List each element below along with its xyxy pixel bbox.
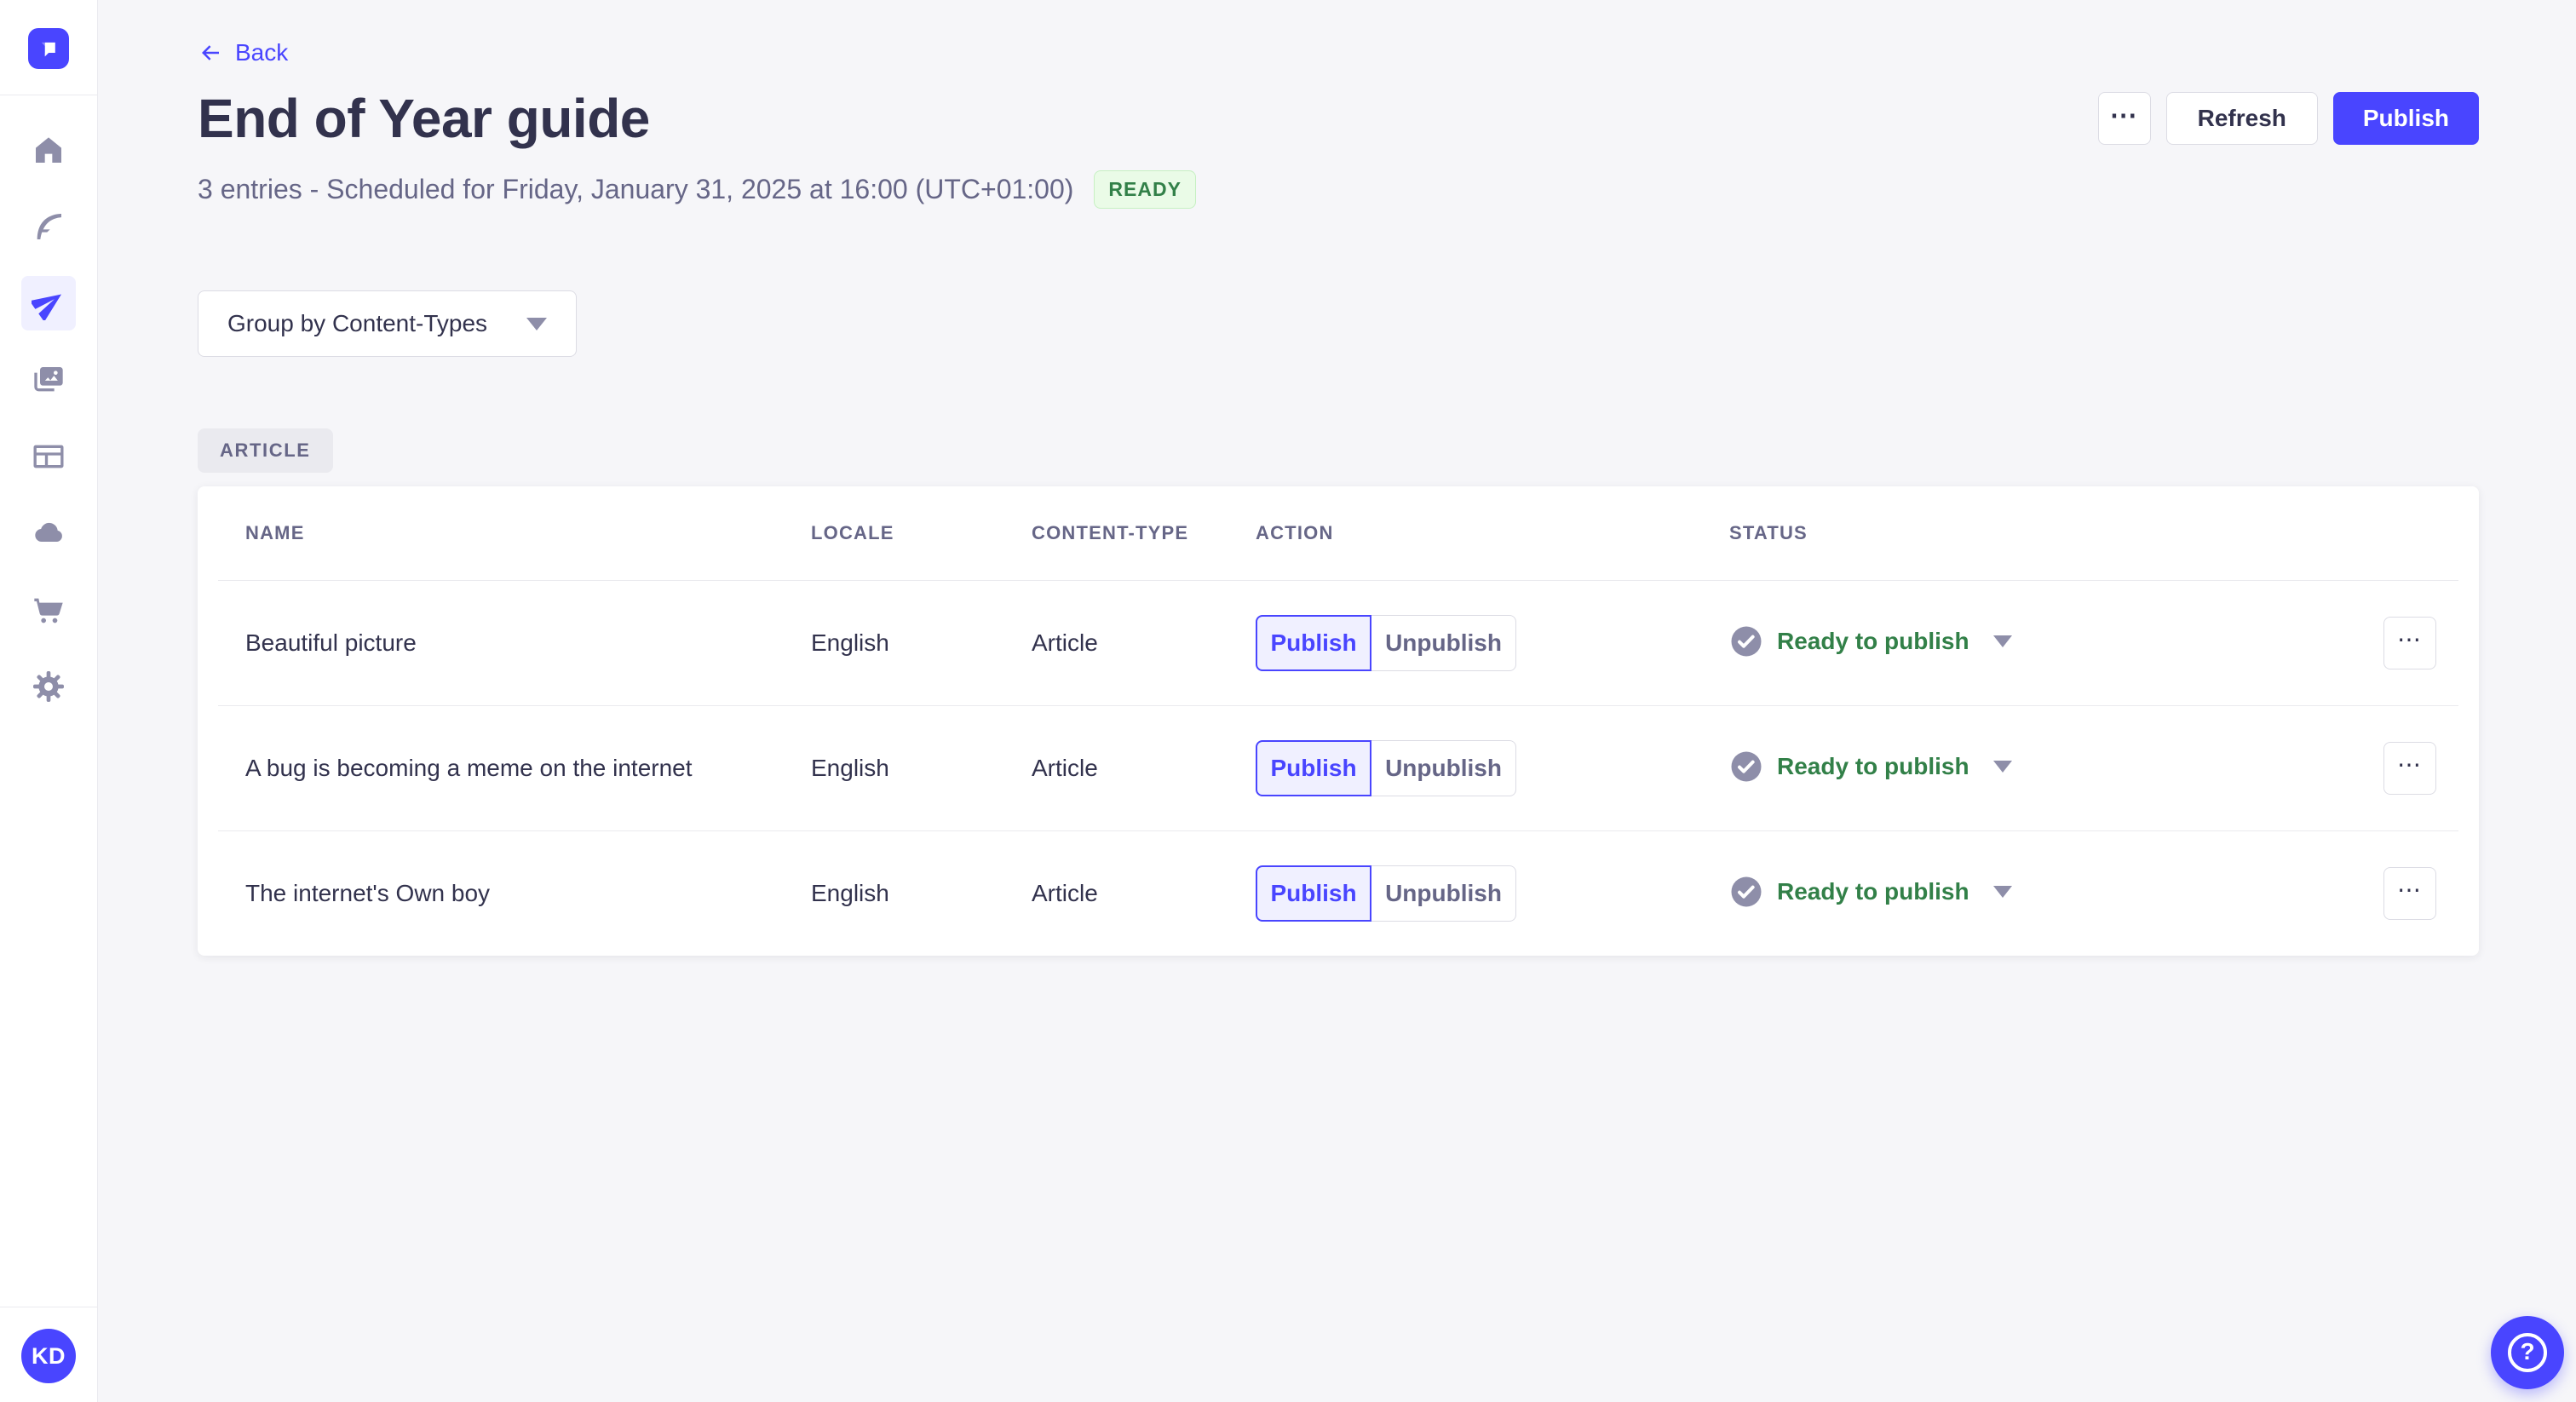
action-toggle: Publish Unpublish (1256, 740, 1516, 796)
table-row: Beautiful picture English Article Publis… (218, 580, 2458, 705)
more-icon: ⋯ (2397, 876, 2423, 903)
entries-table: NAME LOCALE CONTENT-TYPE ACTION STATUS B… (198, 486, 2479, 956)
table-row: A bug is becoming a meme on the internet… (218, 705, 2458, 830)
entry-status[interactable]: Ready to publish (1729, 624, 2012, 658)
sidebar-item-media-library[interactable] (21, 353, 76, 407)
entry-status[interactable]: Ready to publish (1729, 875, 2012, 909)
layout-icon (33, 445, 64, 468)
sidebar: KD (0, 0, 98, 1402)
more-icon: ⋯ (2109, 100, 2139, 130)
back-label: Back (235, 39, 289, 66)
row-menu-button[interactable]: ⋯ (2383, 742, 2436, 795)
feather-icon (37, 214, 61, 239)
sidebar-item-settings[interactable] (21, 659, 76, 714)
chevron-down-icon (1992, 885, 2012, 898)
column-header-status: STATUS (1729, 522, 1808, 543)
back-link[interactable]: Back (198, 39, 288, 66)
publish-toggle-button[interactable]: Publish (1256, 865, 1371, 922)
check-circle-icon (1731, 626, 1762, 656)
row-menu-button[interactable]: ⋯ (2383, 617, 2436, 669)
media-icon (34, 367, 63, 392)
content-type-group-badge: ARTICLE (198, 428, 333, 473)
cart-icon (34, 598, 63, 623)
entry-status-label: Ready to publish (1777, 752, 1969, 779)
entry-locale: English (811, 880, 889, 906)
entry-locale: English (811, 755, 889, 781)
entry-content-type: Article (1032, 755, 1098, 781)
unpublish-toggle-button[interactable]: Unpublish (1371, 740, 1516, 796)
paper-plane-icon (32, 294, 62, 320)
chevron-down-icon (1992, 760, 2012, 773)
sidebar-item-deploy[interactable] (21, 506, 76, 560)
home-icon (36, 137, 61, 163)
unpublish-toggle-button[interactable]: Unpublish (1371, 615, 1516, 671)
entry-status-label: Ready to publish (1777, 877, 1969, 905)
unpublish-toggle-button[interactable]: Unpublish (1371, 865, 1516, 922)
entry-status-label: Ready to publish (1777, 627, 1969, 654)
entry-name: A bug is becoming a meme on the internet (245, 755, 693, 781)
action-toggle: Publish Unpublish (1256, 865, 1516, 922)
entry-locale: English (811, 629, 889, 656)
gear-icon (33, 671, 64, 702)
check-circle-icon (1731, 876, 1762, 906)
more-icon: ⋯ (2397, 625, 2423, 652)
chevron-down-icon (1992, 635, 2012, 647)
column-header-locale: LOCALE (811, 522, 894, 543)
sidebar-item-marketplace[interactable] (21, 583, 76, 637)
table-header-row: NAME LOCALE CONTENT-TYPE ACTION STATUS (218, 486, 2458, 580)
group-by-select[interactable]: Group by Content-Types (198, 290, 578, 357)
entry-content-type: Article (1032, 629, 1098, 656)
main-content: Back End of Year guide ⋯ Refresh Publish… (99, 0, 2576, 956)
header-actions: ⋯ Refresh Publish (2097, 92, 2479, 145)
sidebar-item-content-manager[interactable] (21, 199, 76, 254)
sidebar-footer: KD (0, 1307, 97, 1402)
table-row: The internet's Own boy English Article P… (218, 830, 2458, 956)
release-summary: 3 entries - Scheduled for Friday, Januar… (198, 174, 1074, 204)
question-icon: ? (2508, 1333, 2547, 1372)
column-header-name: NAME (245, 522, 305, 543)
check-circle-icon (1731, 751, 1762, 781)
arrow-left-icon (202, 45, 219, 60)
sidebar-nav (21, 123, 76, 714)
column-header-content-type: CONTENT-TYPE (1032, 522, 1189, 543)
more-icon: ⋯ (2397, 750, 2423, 778)
avatar[interactable]: KD (21, 1329, 76, 1383)
help-button[interactable]: ? (2491, 1316, 2564, 1389)
chevron-down-icon (526, 317, 548, 330)
header-row: End of Year guide ⋯ Refresh Publish (198, 87, 2479, 150)
more-options-button[interactable]: ⋯ (2097, 92, 2151, 145)
strapi-logo[interactable] (28, 28, 69, 69)
row-menu-button[interactable]: ⋯ (2383, 867, 2436, 920)
publish-release-button[interactable]: Publish (2332, 92, 2479, 145)
entry-status[interactable]: Ready to publish (1729, 750, 2012, 784)
group-badge-row: ARTICLE (198, 428, 2479, 473)
publish-toggle-button[interactable]: Publish (1256, 740, 1371, 796)
status-badge: READY (1094, 170, 1196, 209)
entry-content-type: Article (1032, 880, 1098, 906)
page-title: End of Year guide (198, 88, 650, 149)
entry-name: The internet's Own boy (245, 880, 491, 906)
refresh-button[interactable]: Refresh (2165, 92, 2318, 145)
cloud-icon (35, 522, 62, 543)
sidebar-item-releases[interactable] (21, 276, 76, 330)
subtitle-row: 3 entries - Scheduled for Friday, Januar… (198, 170, 2479, 209)
publish-toggle-button[interactable]: Publish (1256, 615, 1371, 671)
strapi-logo-icon (41, 42, 55, 57)
entry-name: Beautiful picture (245, 629, 417, 656)
action-toggle: Publish Unpublish (1256, 615, 1516, 671)
group-by-label: Group by Content-Types (227, 310, 488, 336)
sidebar-item-home[interactable] (21, 123, 76, 177)
sidebar-item-content-type-builder[interactable] (21, 429, 76, 484)
column-header-action: ACTION (1256, 522, 1334, 543)
